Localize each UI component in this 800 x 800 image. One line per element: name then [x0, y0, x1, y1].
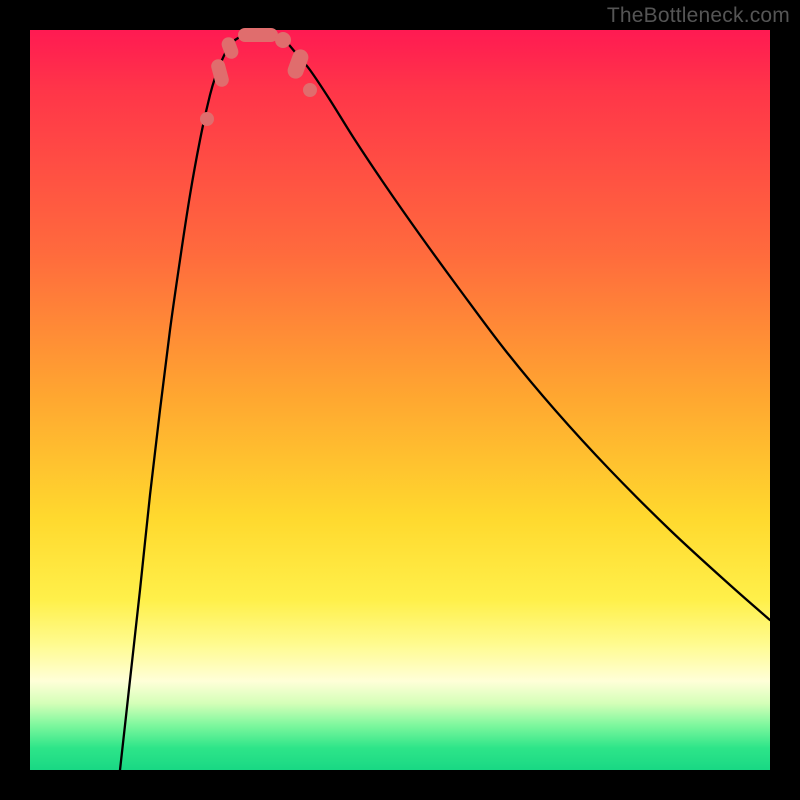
- curve-left-curve: [120, 40, 235, 770]
- curve-layer: [120, 31, 770, 770]
- curve-right-curve: [285, 40, 770, 620]
- chart-frame: TheBottleneck.com: [0, 0, 800, 800]
- data-marker: [200, 112, 214, 126]
- chart-svg: [30, 30, 770, 770]
- data-marker: [285, 47, 310, 81]
- plot-area: [30, 30, 770, 770]
- data-marker: [238, 28, 278, 42]
- watermark-text: TheBottleneck.com: [607, 4, 790, 28]
- data-marker: [275, 32, 291, 48]
- data-marker: [303, 83, 317, 97]
- marker-layer: [200, 28, 317, 126]
